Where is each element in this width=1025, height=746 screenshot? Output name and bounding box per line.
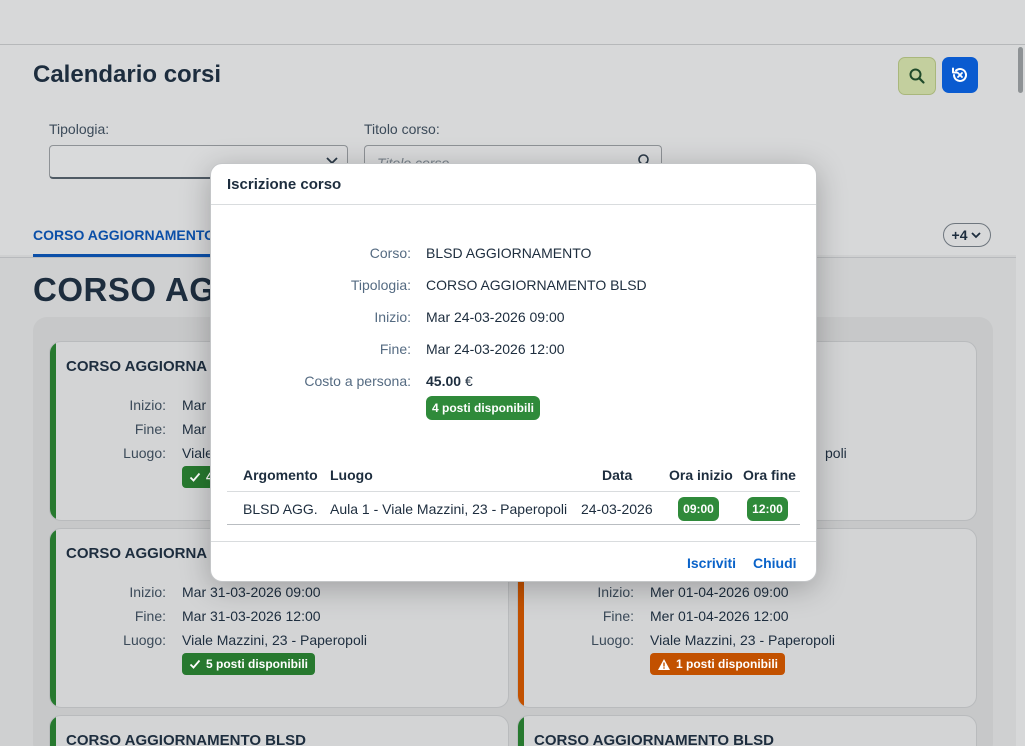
posti-badge: 4 posti disponibili bbox=[426, 396, 540, 420]
card-title: CORSO AGGIORNAMENTO BLSD bbox=[534, 732, 775, 746]
page-scrollbar[interactable] bbox=[1016, 45, 1025, 746]
titolo-corso-label: Titolo corso: bbox=[364, 121, 440, 137]
fine-label: Fine: bbox=[602, 608, 634, 624]
fine-value: Mar bbox=[182, 421, 207, 437]
badge-text: 5 posti disponibili bbox=[206, 657, 308, 671]
col-luogo: Luogo bbox=[330, 467, 373, 483]
cell-argomento: BLSD AGG. bbox=[243, 501, 318, 517]
luogo-value: Viale Mazzini, 23 - Paperopoli bbox=[182, 632, 367, 648]
badge-text: 1 posti disponibili bbox=[676, 657, 778, 671]
fine-label: Fine: bbox=[379, 341, 411, 357]
course-card[interactable]: CORSO AGGIORNAMENTO BLSD bbox=[517, 715, 977, 746]
status-stripe bbox=[50, 716, 56, 746]
luogo-value: poli bbox=[825, 445, 847, 461]
warning-icon bbox=[658, 658, 670, 670]
fine-value: Mar 31-03-2026 12:00 bbox=[182, 608, 321, 624]
check-icon bbox=[189, 472, 201, 482]
tipologia-label: Tipologia: bbox=[49, 121, 110, 137]
card-title: CORSO AGGIORNA bbox=[66, 358, 208, 375]
divider bbox=[211, 204, 816, 205]
check-icon bbox=[189, 659, 201, 669]
status-stripe bbox=[518, 716, 524, 746]
cell-luogo: Aula 1 - Viale Mazzini, 23 - Paperopoli bbox=[330, 501, 568, 517]
col-ora-fine: Ora fine bbox=[743, 467, 796, 483]
dialog-title: Iscrizione corso bbox=[227, 176, 342, 193]
scrollbar-thumb[interactable] bbox=[1018, 47, 1023, 93]
search-icon bbox=[909, 68, 925, 84]
col-argomento: Argomento bbox=[243, 467, 318, 483]
tab-corso-aggiornamento[interactable]: CORSO AGGIORNAMENTO bbox=[33, 227, 215, 243]
inizio-label: Inizio: bbox=[374, 309, 411, 325]
inizio-value: Mar 31-03-2026 09:00 bbox=[182, 584, 321, 600]
search-button[interactable] bbox=[898, 57, 936, 95]
luogo-label: Luogo: bbox=[123, 632, 166, 648]
corso-label: Corso: bbox=[369, 245, 411, 261]
iscriviti-button[interactable]: Iscriviti bbox=[687, 555, 736, 571]
active-tab-indicator bbox=[33, 254, 233, 257]
luogo-value: Viale bbox=[182, 445, 213, 461]
inizio-value: Mer 01-04-2026 09:00 bbox=[650, 584, 789, 600]
chiudi-button[interactable]: Chiudi bbox=[753, 555, 797, 571]
card-title: CORSO AGGIORNAMENTO BLSD bbox=[66, 732, 307, 746]
cell-data: 24-03-2026 bbox=[581, 501, 653, 517]
fine-value: Mar 24-03-2026 12:00 bbox=[426, 341, 565, 357]
luogo-label: Luogo: bbox=[123, 445, 166, 461]
col-ora-inizio: Ora inizio bbox=[669, 467, 733, 483]
costo-label: Costo a persona: bbox=[304, 373, 411, 389]
corso-value: BLSD AGGIORNAMENTO bbox=[426, 245, 592, 261]
fine-label: Fine: bbox=[134, 608, 166, 624]
more-tabs-label: +4 bbox=[951, 227, 968, 243]
reset-icon bbox=[952, 67, 967, 82]
table-row-divider bbox=[227, 524, 800, 525]
footer-divider bbox=[211, 541, 816, 542]
tipologia-label: Tipologia: bbox=[350, 277, 411, 293]
luogo-label: Luogo: bbox=[591, 632, 634, 648]
fine-value: Mer 01-04-2026 12:00 bbox=[650, 608, 789, 624]
currency: € bbox=[464, 373, 473, 389]
ora-inizio-badge: 09:00 bbox=[678, 497, 719, 521]
inizio-label: Inizio: bbox=[129, 397, 166, 413]
iscrizione-dialog: Iscrizione corso Corso: BLSD AGGIORNAMEN… bbox=[210, 163, 817, 582]
top-bar bbox=[0, 0, 1025, 45]
card-title: CORSO AGGIORNA bbox=[66, 545, 208, 562]
reset-filters-button[interactable] bbox=[942, 57, 978, 93]
status-badge: 1 posti disponibili bbox=[650, 653, 785, 675]
ora-fine-badge: 12:00 bbox=[747, 497, 788, 521]
more-tabs-button[interactable]: +4 bbox=[943, 223, 991, 247]
inizio-label: Inizio: bbox=[597, 584, 634, 600]
col-data: Data bbox=[602, 467, 633, 483]
inizio-value: Mar 24-03-2026 09:00 bbox=[426, 309, 565, 325]
tipologia-value: CORSO AGGIORNAMENTO BLSD bbox=[426, 277, 647, 293]
status-badge: 5 posti disponibili bbox=[182, 653, 315, 675]
page-title: Calendario corsi bbox=[33, 61, 222, 88]
inizio-value: Mar bbox=[182, 397, 207, 413]
table-header-divider bbox=[227, 491, 800, 492]
inizio-label: Inizio: bbox=[129, 584, 166, 600]
chevron-down-icon bbox=[971, 232, 982, 239]
costo-value: 45.00 bbox=[426, 373, 462, 389]
fine-label: Fine: bbox=[134, 421, 166, 437]
luogo-value: Viale Mazzini, 23 - Paperopoli bbox=[650, 632, 835, 648]
course-card[interactable]: CORSO AGGIORNAMENTO BLSD bbox=[49, 715, 509, 746]
costo-value-group: 45.00 € bbox=[426, 373, 473, 389]
